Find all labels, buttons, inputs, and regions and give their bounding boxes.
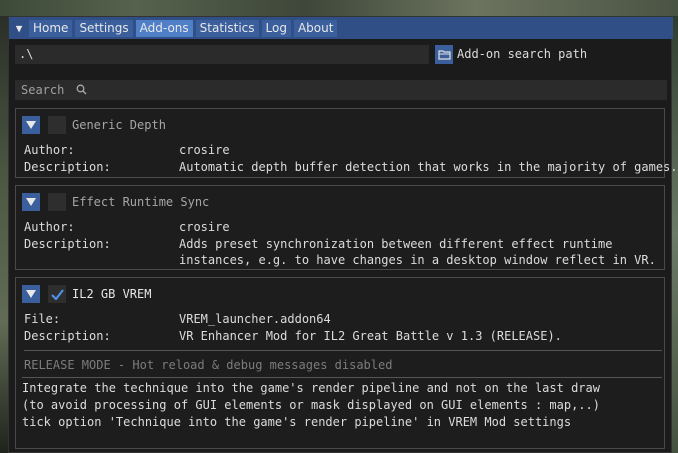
description-value: VR Enhancer Mod for IL2 Great Battle v 1… <box>179 329 562 343</box>
tab-settings[interactable]: Settings <box>75 19 133 37</box>
addon-path-input[interactable]: .\ <box>15 45 429 64</box>
file-value: VREM_launcher.addon64 <box>179 312 331 326</box>
addon-name: Generic Depth <box>72 118 166 132</box>
enable-checkbox[interactable] <box>48 116 66 134</box>
description-label: Description: <box>24 160 111 174</box>
addon-instructions: Integrate the technique into the game's … <box>22 377 662 431</box>
game-background <box>0 0 678 16</box>
instruction-line: Integrate the technique into the game's … <box>22 381 600 395</box>
menu-bar: ▼ Home Settings Add-ons Statistics Log A… <box>9 17 673 39</box>
folder-open-icon[interactable] <box>435 45 453 64</box>
search-input[interactable]: Search <box>15 80 667 100</box>
description-label: Description: <box>24 329 111 343</box>
tab-statistics[interactable]: Statistics <box>195 19 259 37</box>
addon-path-row: .\ Add-on search path <box>15 43 667 65</box>
checkmark-icon <box>50 288 64 300</box>
addon-name: Effect Runtime Sync <box>72 195 210 209</box>
addon-card-effect-runtime-sync: Effect Runtime Sync Author: crosire Desc… <box>15 185 665 270</box>
instruction-line: tick option 'Technique into the game's r… <box>22 415 572 429</box>
tab-home[interactable]: Home <box>29 19 73 37</box>
instruction-line: (to avoid processing of GUI elements or … <box>22 398 600 412</box>
search-placeholder: Search <box>21 83 65 97</box>
addon-name: IL2 GB VREM <box>72 287 152 301</box>
tab-add-ons[interactable]: Add-ons <box>135 19 193 37</box>
game-background-right <box>672 16 678 453</box>
author-value: crosire <box>179 220 230 234</box>
addon-search-path-label: Add-on search path <box>457 47 588 61</box>
addon-card-generic-depth: Generic Depth Author: crosire Descriptio… <box>15 108 678 178</box>
enable-checkbox[interactable] <box>48 285 66 303</box>
expand-arrow-icon[interactable] <box>22 285 40 303</box>
tab-about[interactable]: About <box>293 19 338 37</box>
collapse-window-icon[interactable]: ▼ <box>9 17 29 39</box>
description-line: Adds preset synchronization between diff… <box>179 237 613 251</box>
addon-card-il2-gb-vrem: IL2 GB VREM File: VREM_launcher.addon64 … <box>15 277 665 449</box>
description-value: Automatic depth buffer detection that wo… <box>179 160 678 174</box>
divider <box>24 350 662 351</box>
expand-arrow-icon[interactable] <box>22 193 40 211</box>
expand-arrow-icon[interactable] <box>22 116 40 134</box>
game-background-left <box>0 16 8 453</box>
author-label: Author: <box>24 143 75 157</box>
enable-checkbox[interactable] <box>48 193 66 211</box>
tab-log[interactable]: Log <box>261 19 291 37</box>
file-label: File: <box>24 312 61 326</box>
build-mode-text: RELEASE MODE - Hot reload & debug messag… <box>24 358 393 372</box>
description-label: Description: <box>24 237 111 251</box>
reshade-overlay-window: ▼ Home Settings Add-ons Statistics Log A… <box>8 16 678 453</box>
author-value: crosire <box>179 143 230 157</box>
description-line: instances, e.g. to have changes in a des… <box>179 253 656 267</box>
author-label: Author: <box>24 220 75 234</box>
search-icon <box>76 81 87 101</box>
